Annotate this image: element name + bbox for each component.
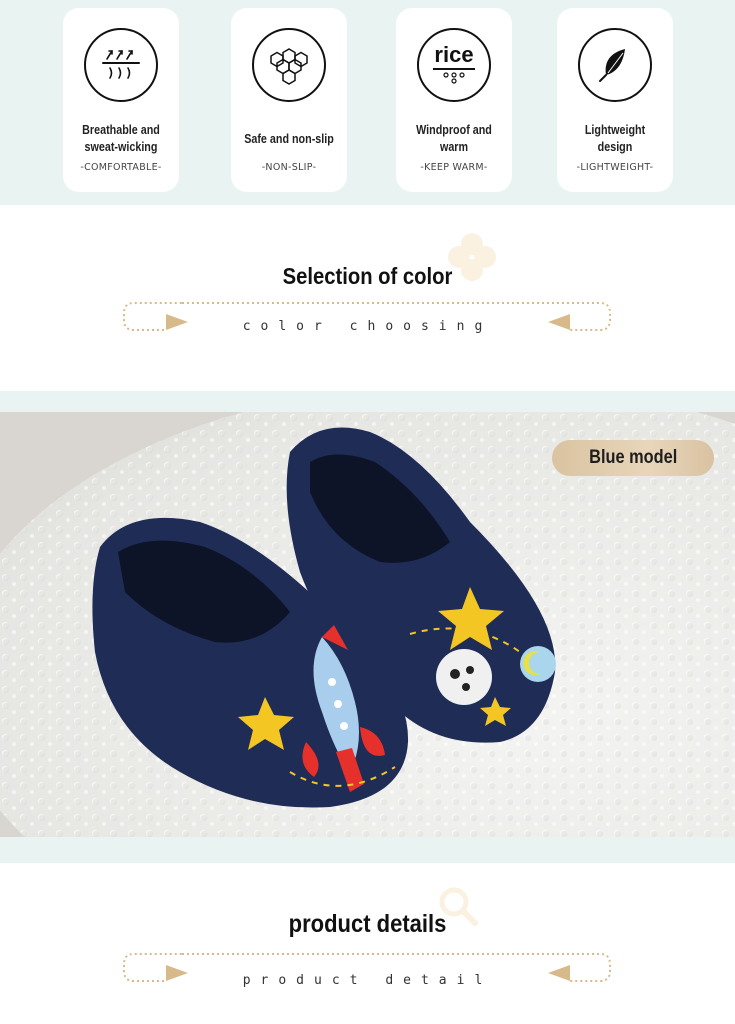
- product-details-header: product details product detail: [0, 863, 735, 1024]
- feature-card-lightweight: Lightweight design -LIGHTWEIGHT-: [557, 8, 673, 192]
- section-subtitle: product detail: [242, 973, 493, 988]
- color-badge-label: Blue model: [588, 447, 678, 468]
- feature-card-non-slip: Safe and non-slip -NON-SLIP-: [231, 8, 347, 192]
- feature-title: Breathable and sweat-wicking: [82, 123, 160, 154]
- honeycomb-icon: [252, 28, 326, 102]
- divider-band: [0, 837, 735, 863]
- color-badge: Blue model: [552, 440, 714, 476]
- rice-icon-text: rice: [434, 42, 474, 67]
- feather-icon: [578, 28, 652, 102]
- feature-subtitle: -LIGHTWEIGHT-: [576, 162, 654, 173]
- feature-title: Windproof and warm: [416, 123, 492, 154]
- section-title: Selection of color: [282, 263, 453, 289]
- feature-subtitle: -KEEP WARM-: [420, 162, 488, 173]
- features-strip: Breathable and sweat-wicking -COMFORTABL…: [0, 0, 735, 205]
- feature-card-breathable: Breathable and sweat-wicking -COMFORTABL…: [63, 8, 179, 192]
- rice-icon: rice: [417, 28, 491, 102]
- feature-subtitle: -COMFORTABLE-: [80, 162, 162, 173]
- feature-title: Safe and non-slip: [244, 131, 334, 146]
- section-title: product details: [288, 910, 447, 938]
- color-selection-header: Selection of color color choosing: [0, 205, 735, 391]
- feature-subtitle: -NON-SLIP-: [261, 162, 317, 173]
- feature-card-warm: rice Windproof and warm -KEEP WARM-: [396, 8, 512, 192]
- divider-band: [0, 391, 735, 412]
- section-subtitle: color choosing: [242, 319, 493, 334]
- breathable-arrows-icon: [84, 28, 158, 102]
- feature-title: Lightweight design: [584, 123, 646, 154]
